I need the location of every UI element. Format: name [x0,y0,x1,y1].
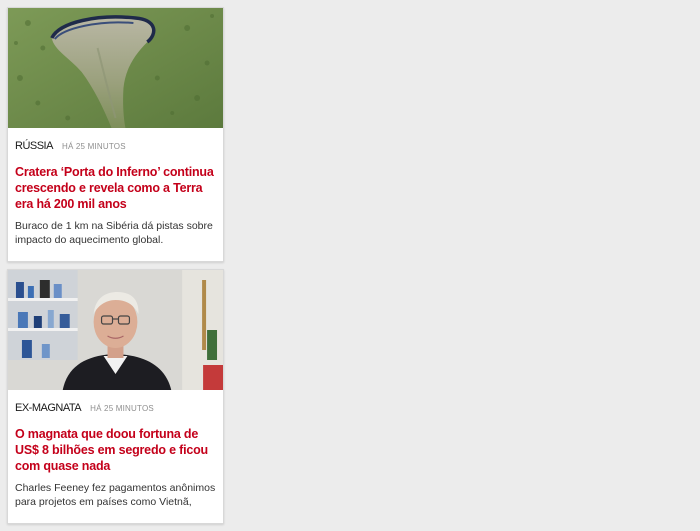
headline-link[interactable]: O magnata que doou fortuna de US$ 8 bilh… [15,426,216,474]
summary-text: Charles Feeney fez pagamentos anônimos p… [15,482,216,508]
timestamp: HÁ 25 MINUTOS [61,142,126,151]
crater-aerial-image [8,8,223,128]
article-image-crater[interactable] [8,8,223,128]
article-image-portrait[interactable] [8,270,223,390]
summary-text: Buraco de 1 km na Sibéria dá pistas sobr… [15,220,213,246]
news-card: EX-MAGNATA HÁ 25 MINUTOS O magnata que d… [7,269,224,524]
news-card: RÚSSIA HÁ 25 MINUTOS Cratera ‘Porta do I… [7,7,224,262]
section-label[interactable]: EX-MAGNATA [15,402,82,414]
news-feed: RÚSSIA HÁ 25 MINUTOS Cratera ‘Porta do I… [7,7,224,531]
headline-link[interactable]: Cratera ‘Porta do Inferno’ continua cres… [15,164,216,212]
section-label[interactable]: RÚSSIA [15,140,53,152]
timestamp: HÁ 25 MINUTOS [90,404,154,413]
man-portrait-image [8,270,223,390]
